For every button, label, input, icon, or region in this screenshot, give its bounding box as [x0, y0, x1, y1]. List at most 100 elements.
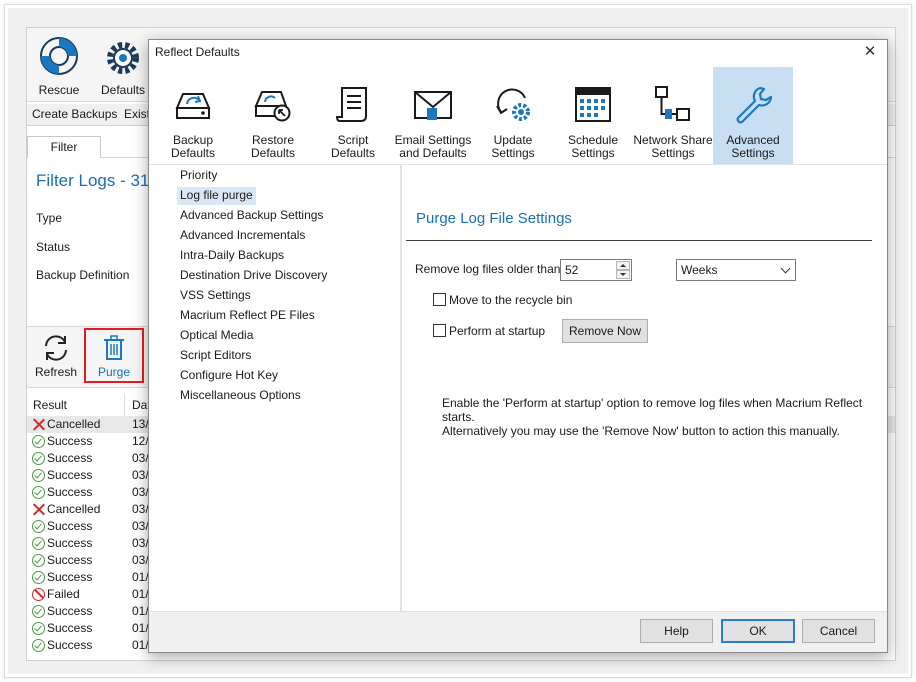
success-check-icon — [32, 622, 45, 635]
row-result: Success — [47, 638, 93, 652]
older-than-stepper[interactable]: 52 — [560, 259, 632, 281]
row-date: 03/ — [132, 519, 149, 533]
panel-title: Purge Log File Settings — [416, 210, 572, 227]
success-check-icon — [32, 469, 45, 482]
toolbar-divider — [149, 164, 887, 165]
row-date: 03/ — [132, 468, 149, 482]
rescue-button[interactable]: Rescue — [27, 28, 91, 102]
row-result: Success — [47, 485, 93, 499]
refresh-icon — [45, 335, 67, 361]
row-date: 01/ — [132, 621, 149, 635]
advanced-settings-tree: Priority Log file purge Advanced Backup … — [151, 164, 400, 611]
label-line: Settings — [731, 146, 775, 160]
lifebuoy-icon — [40, 37, 78, 75]
tab-script-defaults-label: Script Defaults — [313, 134, 393, 160]
refresh-button[interactable]: Refresh — [27, 327, 85, 387]
purge-help-text: Enable the 'Perform at startup' option t… — [442, 396, 882, 438]
remove-now-button[interactable]: Remove Now — [562, 319, 648, 343]
cancel-button[interactable]: Cancel — [802, 619, 875, 643]
success-check-icon — [32, 571, 45, 584]
row-date: 01/ — [132, 570, 149, 584]
tab-advanced-settings-label: Advanced Settings — [713, 134, 793, 160]
defaults-label: Defaults — [100, 83, 146, 97]
row-date: 12/ — [132, 434, 149, 448]
row-date: 03/ — [132, 502, 149, 516]
label-line: Defaults — [170, 146, 216, 160]
label-line: Defaults — [330, 146, 376, 160]
success-check-icon — [32, 537, 45, 550]
envelope-icon — [414, 91, 452, 120]
unit-select[interactable]: Weeks — [676, 259, 796, 281]
tree-item-miscellaneous-options[interactable]: Miscellaneous Options — [177, 387, 304, 405]
tree-item-log-file-purge[interactable]: Log file purge — [177, 187, 256, 205]
defaults-button[interactable]: Defaults — [91, 28, 155, 102]
tab-backup-defaults[interactable]: Backup Defaults — [153, 67, 233, 164]
tree-item-configure-hot-key[interactable]: Configure Hot Key — [177, 367, 281, 385]
tab-network-share-settings[interactable]: Network Share Settings — [633, 67, 713, 164]
refresh-label: Refresh — [34, 365, 78, 379]
tab-script-defaults[interactable]: Script Defaults — [313, 67, 393, 164]
remove-older-label: Remove log files older than — [415, 262, 561, 276]
row-result: Success — [47, 536, 93, 550]
ok-button[interactable]: OK — [721, 619, 795, 643]
tab-schedule-settings[interactable]: Schedule Settings — [553, 67, 633, 164]
row-date: 03/ — [132, 536, 149, 550]
tab-restore-defaults[interactable]: Restore Defaults — [233, 67, 313, 164]
column-separator — [124, 394, 125, 416]
stepper-up-icon[interactable] — [616, 261, 630, 270]
help-line: Enable the 'Perform at startup' option t… — [442, 396, 863, 424]
row-date: 03/ — [132, 485, 149, 499]
settings-category-toolbar: Backup Defaults Restore Defaults Script … — [149, 67, 887, 164]
tree-item-vss-settings[interactable]: VSS Settings — [177, 287, 254, 305]
row-result: Cancelled — [47, 417, 101, 431]
calendar-icon — [575, 87, 611, 122]
label-line: and Defaults — [399, 146, 467, 160]
dialog-button-bar: Help OK Cancel — [149, 611, 887, 652]
row-result: Success — [47, 621, 93, 635]
tree-item-intra-daily-backups[interactable]: Intra-Daily Backups — [177, 247, 287, 265]
recycle-bin-checkbox[interactable] — [433, 293, 446, 306]
older-than-value: 52 — [565, 263, 579, 277]
rescue-label: Rescue — [38, 83, 80, 97]
column-result[interactable]: Result — [33, 398, 67, 412]
restore-drive-icon — [254, 91, 291, 122]
stepper-down-icon[interactable] — [616, 270, 630, 279]
tree-item-destination-drive-discovery[interactable]: Destination Drive Discovery — [177, 267, 330, 285]
row-date: 03/ — [132, 451, 149, 465]
tree-item-priority[interactable]: Priority — [177, 167, 220, 185]
success-check-icon — [32, 452, 45, 465]
close-icon[interactable]: ✕ — [861, 43, 879, 61]
row-date: 13/ — [132, 417, 149, 431]
status-label: Status — [36, 240, 71, 254]
tree-item-advanced-backup-settings[interactable]: Advanced Backup Settings — [177, 207, 326, 225]
tab-advanced-settings[interactable]: Advanced Settings — [713, 67, 793, 164]
label-line: Settings — [491, 146, 535, 160]
tab-create-backups[interactable]: Create Backups — [32, 107, 117, 121]
tree-item-pe-files[interactable]: Macrium Reflect PE Files — [177, 307, 318, 325]
success-check-icon — [32, 605, 45, 618]
tab-update-settings[interactable]: Update Settings — [473, 67, 553, 164]
tree-item-optical-media[interactable]: Optical Media — [177, 327, 256, 345]
label-line: Defaults — [250, 146, 296, 160]
tab-email-settings[interactable]: Email Settings and Defaults — [393, 67, 473, 164]
recycle-bin-label[interactable]: Move to the recycle bin — [449, 293, 572, 307]
tree-item-script-editors[interactable]: Script Editors — [177, 347, 254, 365]
panel-split-divider — [400, 164, 401, 611]
success-check-icon — [32, 435, 45, 448]
unit-select-value: Weeks — [681, 263, 718, 277]
perform-at-startup-label[interactable]: Perform at startup — [449, 324, 545, 338]
tab-filter[interactable]: Filter — [27, 136, 101, 158]
help-button[interactable]: Help — [640, 619, 713, 643]
row-result: Success — [47, 553, 93, 567]
row-result: Cancelled — [47, 502, 101, 516]
row-date: 01/ — [132, 604, 149, 618]
wrench-icon — [736, 86, 773, 124]
tree-item-advanced-incrementals[interactable]: Advanced Incrementals — [177, 227, 308, 245]
help-line: Alternatively you may use the 'Remove No… — [442, 424, 840, 438]
row-date: 01/ — [132, 638, 149, 652]
row-result: Failed — [47, 587, 80, 601]
success-check-icon — [32, 554, 45, 567]
reflect-defaults-dialog: Reflect Defaults ✕ Backup Defaults Resto… — [148, 39, 888, 653]
perform-at-startup-checkbox[interactable] — [433, 324, 446, 337]
cancelled-x-icon — [32, 418, 45, 431]
